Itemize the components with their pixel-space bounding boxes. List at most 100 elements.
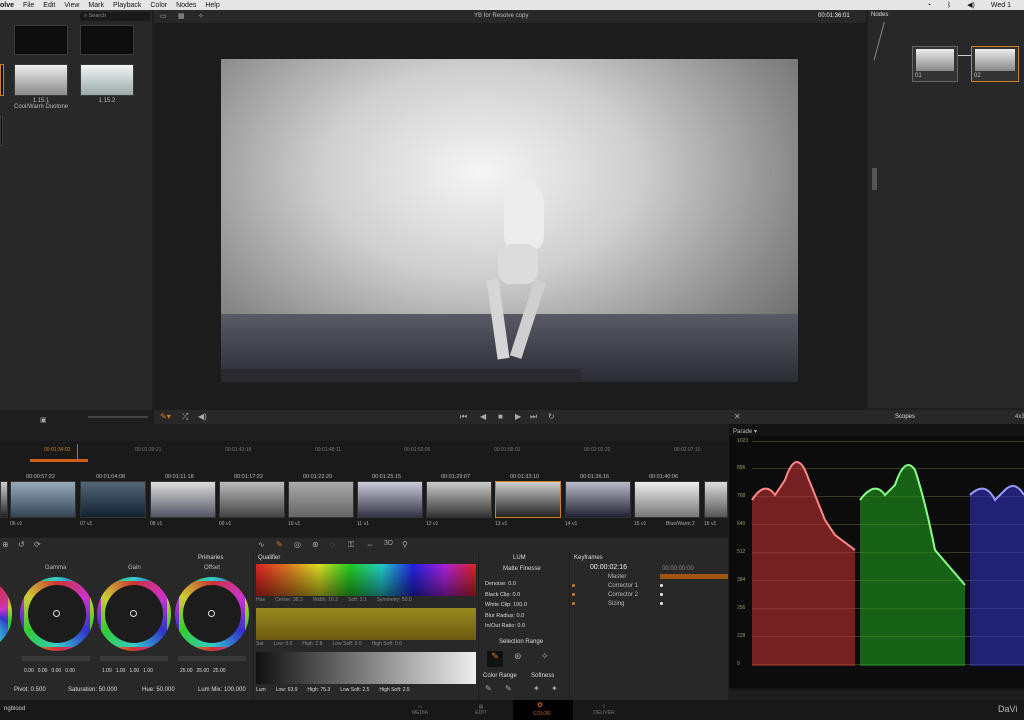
page-color-active[interactable]: ✿ COLOR bbox=[513, 700, 573, 720]
gallery-still[interactable] bbox=[80, 64, 134, 96]
hue-qualifier-bar[interactable] bbox=[256, 564, 476, 596]
keyframe-dot[interactable] bbox=[572, 584, 575, 587]
shuffle-icon[interactable]: ⤮ bbox=[182, 412, 188, 422]
blur-icon[interactable]: ◌ bbox=[330, 540, 335, 549]
picker-add-icon[interactable]: ⊛ bbox=[514, 651, 522, 662]
matte-row[interactable]: Denoise: 0.0 bbox=[485, 579, 565, 590]
timeline-clip-selected[interactable] bbox=[495, 481, 561, 518]
menu-file[interactable]: File bbox=[23, 2, 34, 9]
viewer-title[interactable]: YB for Resolve copy bbox=[474, 13, 528, 19]
timeline-clip[interactable] bbox=[219, 481, 285, 518]
menu-nodes[interactable]: Nodes bbox=[176, 2, 196, 9]
timeline-clip[interactable] bbox=[426, 481, 492, 518]
node-01[interactable]: 01 bbox=[912, 46, 958, 82]
track-label[interactable]: Master bbox=[608, 574, 626, 580]
gallery-still-selected[interactable] bbox=[0, 64, 4, 96]
play-reverse-button[interactable]: ◀ bbox=[480, 412, 486, 421]
menu-view[interactable]: View bbox=[64, 2, 79, 9]
qualifier-icon[interactable]: ✎ bbox=[276, 540, 283, 549]
matte-row[interactable]: Blur Radius: 0.0 bbox=[485, 611, 565, 622]
keyframe-dot[interactable] bbox=[572, 602, 575, 605]
tracker-icon[interactable]: ⊛ bbox=[312, 540, 319, 549]
timeline-clip[interactable] bbox=[150, 481, 216, 518]
timeline-clip[interactable] bbox=[565, 481, 631, 518]
menu-playback[interactable]: Playback bbox=[113, 2, 141, 9]
3d-icon[interactable]: 3D bbox=[384, 540, 393, 547]
matte-row[interactable]: In/Out Ratio: 0.0 bbox=[485, 621, 565, 632]
speaker-icon[interactable]: ◀) bbox=[198, 412, 207, 421]
keyframe-dot[interactable] bbox=[572, 593, 575, 596]
soft-plus-icon[interactable]: ✦ bbox=[533, 684, 540, 693]
close-icon[interactable]: ✕ bbox=[734, 412, 741, 421]
volume-icon[interactable]: ◀) bbox=[967, 1, 975, 9]
track-label[interactable]: Corrector 1 bbox=[608, 583, 638, 589]
sizing-icon[interactable]: ⇔ bbox=[366, 540, 374, 549]
keyframe-marker[interactable] bbox=[660, 584, 663, 587]
gain-wheel[interactable] bbox=[97, 577, 171, 651]
playhead[interactable] bbox=[77, 444, 78, 462]
timeline-clip[interactable] bbox=[0, 481, 8, 518]
page-edit[interactable]: ▤ EDIT bbox=[461, 704, 501, 716]
menu-edit[interactable]: Edit bbox=[43, 2, 55, 9]
node-02[interactable]: 02 bbox=[971, 46, 1019, 82]
gallery-still-empty[interactable] bbox=[14, 25, 68, 55]
timeline-clip[interactable] bbox=[634, 481, 700, 518]
stop-button[interactable]: ■ bbox=[498, 412, 503, 421]
matte-mode[interactable]: LUM bbox=[513, 555, 526, 561]
reset-icon[interactable]: ↺ bbox=[18, 540, 25, 549]
skip-end-button[interactable]: ⏭ bbox=[530, 412, 537, 422]
menu-clock[interactable]: Wed 1 bbox=[991, 2, 1011, 9]
gamma-wheel[interactable] bbox=[20, 577, 94, 651]
gain-master-slider[interactable] bbox=[100, 656, 168, 661]
range-plus-icon[interactable]: ✎ bbox=[485, 684, 492, 693]
lift-wheel[interactable] bbox=[0, 577, 12, 651]
lummix-value[interactable]: Lum Mix: 100.000 bbox=[198, 687, 246, 693]
timeline-range[interactable] bbox=[30, 459, 88, 462]
lum-qualifier-bar[interactable] bbox=[256, 652, 476, 684]
search-input[interactable]: ⌕ Search bbox=[80, 12, 150, 21]
refresh-icon[interactable]: ⟳ bbox=[34, 540, 41, 549]
drop-icon[interactable]: ⚲ bbox=[402, 540, 408, 549]
menu-help[interactable]: Help bbox=[205, 2, 219, 9]
viewer-image[interactable] bbox=[221, 59, 798, 382]
magic-wand-icon[interactable]: ✧ bbox=[198, 12, 204, 20]
loop-button[interactable]: ↻ bbox=[548, 412, 555, 421]
range-minus-icon[interactable]: ✎ bbox=[505, 684, 512, 693]
key-icon[interactable]: ⚿ bbox=[348, 540, 354, 550]
play-button[interactable]: ▶ bbox=[515, 412, 521, 421]
page-deliver[interactable]: ⇪ DELIVER bbox=[584, 704, 624, 716]
soft-minus-icon[interactable]: ✦ bbox=[551, 684, 558, 693]
gallery-still[interactable] bbox=[14, 64, 68, 96]
gamma-master-slider[interactable] bbox=[22, 656, 90, 661]
gallery-still[interactable] bbox=[0, 116, 3, 146]
eyedropper-icon[interactable]: ✎▾ bbox=[160, 412, 171, 421]
window-icon[interactable]: ◎ bbox=[294, 540, 301, 549]
timeline-clip[interactable] bbox=[288, 481, 354, 518]
timeline-clip[interactable] bbox=[10, 481, 76, 518]
pivot-value[interactable]: Pivot: 0.500 bbox=[14, 687, 46, 693]
keyframe-marker[interactable] bbox=[660, 602, 663, 605]
sat-qualifier-bar[interactable] bbox=[256, 608, 476, 640]
saturation-value[interactable]: Saturation: 50.000 bbox=[68, 687, 117, 693]
matte-row[interactable]: White Clip: 100.0 bbox=[485, 600, 565, 611]
track-label[interactable]: Sizing bbox=[608, 601, 624, 607]
menu-mark[interactable]: Mark bbox=[88, 2, 104, 9]
scope-mode-select[interactable]: Parade ▾ bbox=[733, 428, 757, 435]
magic-picker-icon[interactable]: ✧ bbox=[541, 651, 549, 662]
track-label[interactable]: Corrector 2 bbox=[608, 592, 638, 598]
offset-wheel[interactable] bbox=[175, 577, 249, 651]
hue-value[interactable]: Hue: 50.000 bbox=[142, 687, 175, 693]
timeline-clip[interactable] bbox=[80, 481, 146, 518]
keyframe-marker[interactable] bbox=[660, 593, 663, 596]
curves-icon[interactable]: ∿ bbox=[258, 540, 265, 549]
skip-start-button[interactable]: ⏮ bbox=[460, 412, 467, 422]
picker-icon[interactable]: ✎ bbox=[487, 651, 503, 667]
matte-row[interactable]: Black Clip: 0.0 bbox=[485, 590, 565, 601]
viewer-grid-icon[interactable]: ▦ bbox=[178, 12, 185, 20]
app-menu[interactable]: olve bbox=[0, 2, 14, 9]
scopes-zoom[interactable]: 4x3 bbox=[1015, 414, 1024, 420]
offset-master-slider[interactable] bbox=[178, 656, 246, 661]
keyframe-track-bar[interactable] bbox=[660, 574, 728, 579]
gallery-zoom-slider[interactable] bbox=[88, 416, 148, 418]
page-media[interactable]: ▭ MEDIA bbox=[400, 704, 440, 716]
